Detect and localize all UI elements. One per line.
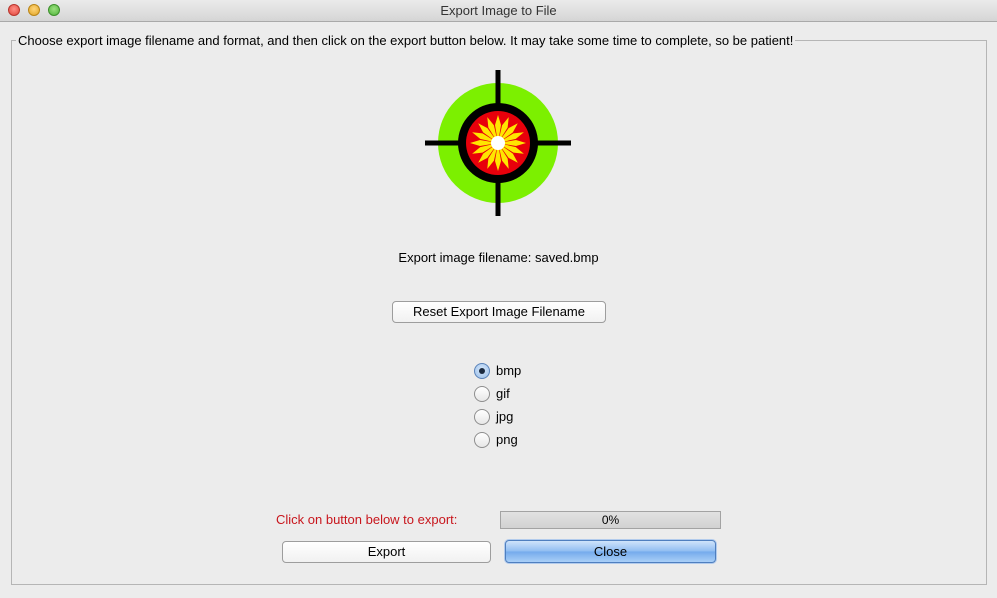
radio-label[interactable]: png (496, 432, 518, 448)
title-bar[interactable]: Export Image to File (0, 0, 997, 22)
close-button[interactable]: Close (505, 540, 716, 563)
format-option-png[interactable]: png (474, 430, 554, 453)
logo-center (491, 136, 505, 150)
progress-text: 0% (601, 513, 620, 527)
radio-button[interactable] (474, 432, 490, 448)
export-progress-bar: 0% (500, 511, 721, 529)
format-option-jpg[interactable]: jpg (474, 407, 554, 430)
export-button[interactable]: Export (282, 541, 491, 563)
reset-filename-button[interactable]: Reset Export Image Filename (392, 301, 606, 323)
format-radio-group: bmp gif jpg png (474, 361, 554, 453)
window-title: Export Image to File (440, 3, 557, 18)
format-option-bmp[interactable]: bmp (474, 361, 554, 384)
radio-button[interactable] (474, 363, 490, 379)
format-option-gif[interactable]: gif (474, 384, 554, 407)
radio-button[interactable] (474, 386, 490, 402)
radio-label[interactable]: gif (496, 386, 510, 402)
export-filename-label: Export image filename: saved.bmp (398, 250, 599, 265)
panel-instructions: Choose export image filename and format,… (16, 33, 796, 49)
export-status-label: Click on button below to export: (276, 512, 458, 527)
radio-label[interactable]: bmp (496, 363, 521, 379)
export-image-dialog: Export Image to File Choose export image… (0, 0, 997, 598)
radio-button[interactable] (474, 409, 490, 425)
target-crosshair-sunflower-icon (425, 70, 571, 216)
radio-label[interactable]: jpg (496, 409, 513, 425)
